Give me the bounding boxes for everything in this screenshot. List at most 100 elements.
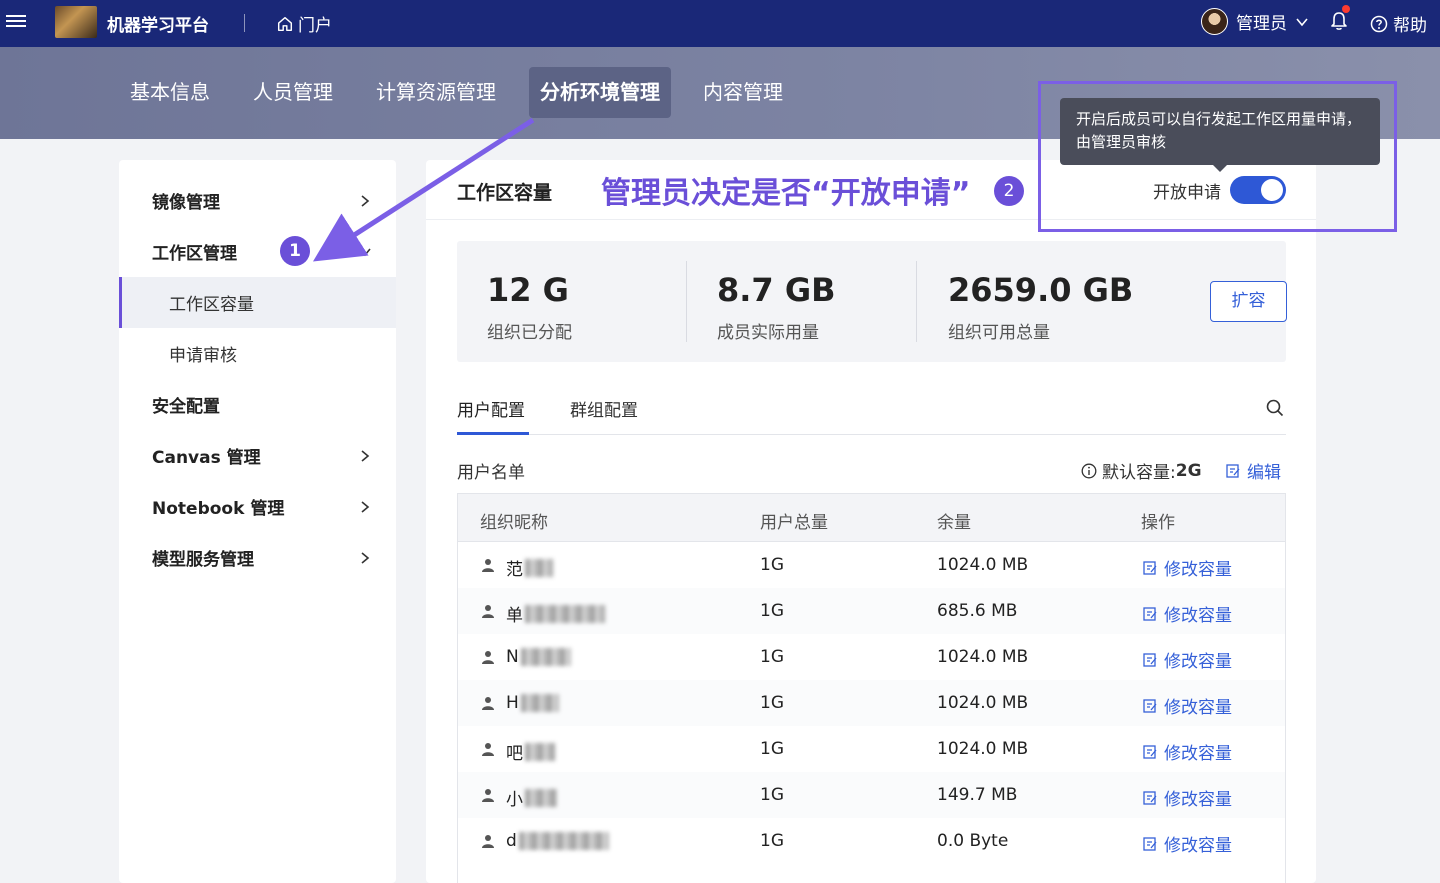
info-icon — [1081, 463, 1097, 478]
sidebar-item-label: 工作区管理 — [152, 244, 237, 264]
sidebar-item-workspace-capacity[interactable]: 工作区容量 — [119, 277, 396, 328]
table-row: 范 1G 1024.0 MB 修改容量 — [458, 542, 1285, 588]
tab-group-config[interactable]: 群组配置 — [570, 396, 638, 421]
edit-icon — [1143, 790, 1157, 805]
stat-label: 组织可用总量 — [948, 323, 1050, 343]
tab-content[interactable]: 内容管理 — [692, 67, 794, 118]
sidebar-item-canvas[interactable]: Canvas 管理 — [119, 430, 396, 481]
config-tabs: 用户配置 群组配置 — [457, 384, 1286, 435]
modify-capacity-link[interactable]: 修改容量 — [1142, 693, 1232, 718]
redacted-name — [520, 694, 559, 712]
chevron-right-icon — [361, 449, 370, 462]
default-capacity: 默认容量: 2G — [1081, 458, 1202, 483]
modify-capacity-label: 修改容量 — [1164, 836, 1232, 856]
user-name: 单 — [506, 606, 523, 626]
edit-icon — [1143, 836, 1157, 851]
user-name-cell: 单 — [506, 601, 605, 626]
stat-value: 2659.0 GB — [948, 271, 1134, 309]
divider — [244, 14, 245, 32]
remaining-cell: 1024.0 MB — [937, 693, 1029, 713]
total-cell: 1G — [760, 555, 784, 575]
default-capacity-label: 默认容量: — [1102, 463, 1176, 483]
notification-dot — [1342, 5, 1350, 13]
remaining-cell: 1024.0 MB — [937, 555, 1029, 575]
remaining-cell: 1024.0 MB — [937, 739, 1029, 759]
edit-icon — [1143, 560, 1157, 575]
edit-icon — [1226, 463, 1240, 478]
user-name: d — [506, 831, 517, 851]
person-icon — [482, 605, 494, 618]
edit-icon — [1143, 698, 1157, 713]
person-icon — [482, 559, 494, 572]
menu-icon[interactable] — [6, 12, 26, 32]
modify-capacity-link[interactable]: 修改容量 — [1142, 831, 1232, 856]
app-title: 机器学习平台 — [107, 16, 209, 36]
person-icon — [482, 789, 494, 802]
help-link[interactable]: 帮助 — [1370, 11, 1427, 36]
modify-capacity-link[interactable]: 修改容量 — [1142, 647, 1232, 672]
modify-capacity-link[interactable]: 修改容量 — [1142, 785, 1232, 810]
main-panel: 工作区容量 管理员决定是否“开放申请” 2 开放申请 12 G 组织已分配 8.… — [426, 160, 1316, 883]
redacted-name — [525, 742, 555, 761]
bell-icon[interactable] — [1329, 10, 1349, 32]
modify-capacity-label: 修改容量 — [1164, 606, 1232, 626]
modify-capacity-label: 修改容量 — [1164, 744, 1232, 764]
sidebar-item-label: 工作区容量 — [169, 295, 254, 315]
modify-capacity-link[interactable]: 修改容量 — [1142, 601, 1232, 626]
column-header: 用户总量 — [760, 513, 828, 533]
remaining-cell: 149.7 MB — [937, 785, 1018, 805]
sidebar-item-notebook[interactable]: Notebook 管理 — [119, 481, 396, 532]
total-cell: 1G — [760, 785, 784, 805]
person-icon — [482, 743, 494, 756]
sidebar-item-workspace[interactable]: 工作区管理 1 — [119, 226, 396, 277]
sidebar-item-images[interactable]: 镜像管理 — [119, 175, 396, 226]
modify-capacity-link[interactable]: 修改容量 — [1142, 739, 1232, 764]
redacted-name — [525, 604, 605, 623]
sidebar-item-security[interactable]: 安全配置 — [119, 379, 396, 430]
redacted-name — [518, 832, 609, 850]
app-logo — [55, 6, 97, 38]
total-cell: 1G — [760, 601, 784, 621]
table-row: d 1G 0.0 Byte 修改容量 — [458, 818, 1285, 864]
modify-capacity-link[interactable]: 修改容量 — [1142, 555, 1232, 580]
total-cell: 1G — [760, 831, 784, 851]
edit-link[interactable]: 编辑 — [1225, 458, 1281, 483]
stats-panel: 12 G 组织已分配 8.7 GB 成员实际用量 2659.0 GB 组织可用总… — [457, 241, 1287, 362]
tab-people[interactable]: 人员管理 — [242, 67, 344, 118]
expand-button[interactable]: 扩容 — [1210, 281, 1287, 322]
top-bar: 机器学习平台 门户 管理员 帮助 — [0, 0, 1440, 47]
total-cell: 1G — [760, 647, 784, 667]
chevron-right-icon — [361, 551, 370, 564]
tab-user-config[interactable]: 用户配置 — [457, 396, 525, 421]
portal-link[interactable]: 门户 — [276, 11, 332, 36]
sidebar-item-model-service[interactable]: 模型服务管理 — [119, 532, 396, 583]
table-row: H 1G 1024.0 MB 修改容量 — [458, 680, 1285, 726]
tooltip: 开启后成员可以自行发起工作区用量申请，由管理员审核 — [1060, 98, 1380, 165]
user-menu[interactable]: 管理员 — [1201, 8, 1309, 35]
total-cell: 1G — [760, 693, 784, 713]
user-name: H — [506, 693, 519, 713]
table-row: N 1G 1024.0 MB 修改容量 — [458, 634, 1285, 680]
remaining-cell: 1024.0 MB — [937, 647, 1029, 667]
chevron-down-icon — [359, 247, 371, 256]
tab-basic-info[interactable]: 基本信息 — [119, 67, 221, 118]
user-name: 吧 — [506, 744, 523, 764]
edit-label: 编辑 — [1247, 463, 1281, 483]
sidebar-item-review[interactable]: 申请审核 — [119, 328, 396, 379]
modify-capacity-label: 修改容量 — [1164, 560, 1232, 580]
divider — [916, 261, 917, 342]
sidebar-item-label: 镜像管理 — [152, 193, 220, 213]
sidebar-item-label: 申请审核 — [169, 346, 237, 366]
tab-compute[interactable]: 计算资源管理 — [365, 67, 507, 118]
user-name: 小 — [506, 790, 523, 810]
chevron-right-icon — [361, 500, 370, 513]
sidebar: 镜像管理 工作区管理 1 工作区容量 申请审核 安全配置 Canvas 管理 N… — [119, 160, 396, 883]
search-icon[interactable] — [1265, 398, 1285, 418]
divider — [686, 261, 687, 342]
tab-analysis-env[interactable]: 分析环境管理 — [529, 67, 671, 118]
total-cell: 1G — [760, 739, 784, 759]
user-name-cell: 小 — [506, 785, 557, 810]
column-header: 余量 — [937, 513, 971, 533]
stat-value: 8.7 GB — [717, 271, 836, 309]
user-name-cell: N — [506, 647, 571, 667]
